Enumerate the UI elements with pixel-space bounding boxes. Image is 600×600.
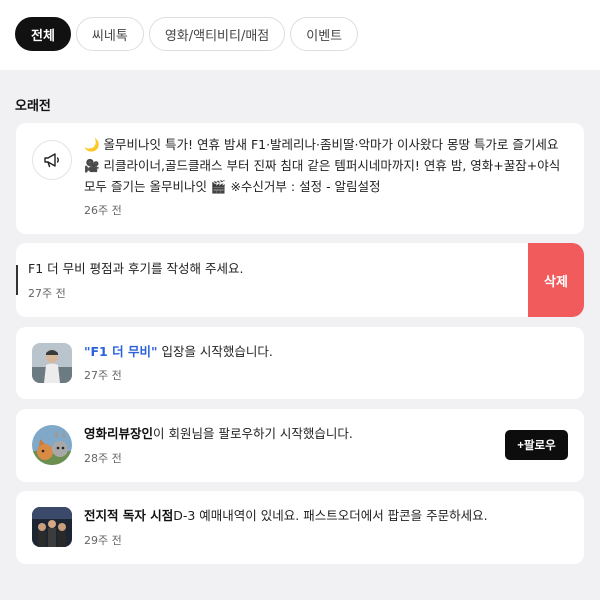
movie-title-highlight[interactable]: 전지적 독자 시점 <box>84 508 173 523</box>
notification-time: 27주 전 <box>28 287 66 300</box>
profile-avatar <box>32 425 72 465</box>
notification-rest-text: 입장을 시작했습니다. <box>157 344 273 359</box>
notification-card-follow[interactable]: 영화리뷰장인이 회원님을 팔로우하기 시작했습니다. 28주 전 +팔로우 <box>16 409 584 482</box>
notification-card-review-request[interactable]: F1 더 무비 평점과 후기를 작성해 주세요. 27주 전 삭제 <box>16 243 584 317</box>
megaphone-icon <box>32 140 72 180</box>
notification-rest-text: 이 회원님을 팔로우하기 시작했습니다. <box>153 426 353 441</box>
notification-card-announcement[interactable]: 🌙 올무비나잇 특가! 연휴 밤새 F1·발레리나·좀비딸·악마가 이사왔다 몽… <box>16 123 584 234</box>
filter-bar: 전체 씨네톡 영화/액티비티/매점 이벤트 <box>0 0 600 70</box>
delete-button[interactable]: 삭제 <box>528 243 584 317</box>
notification-card-admission[interactable]: "F1 더 무비" 입장을 시작했습니다. 27주 전 <box>16 327 584 399</box>
notification-text-line1: 🌙 올무비나잇 특가! 연휴 밤새 F1·발레리나·좀비딸·악마가 이사왔다 몽… <box>84 137 559 152</box>
notification-rest-text: D-3 예매내역이 있네요. 패스트오더에서 팝콘을 주문하세요. <box>173 508 488 523</box>
notification-text: F1 더 무비 평점과 후기를 작성해 주세요. <box>28 261 244 276</box>
user-name-highlight[interactable]: 영화리뷰장인 <box>84 426 153 441</box>
tab-all[interactable]: 전체 <box>15 17 71 51</box>
notification-time: 26주 전 <box>84 204 122 217</box>
notification-card-booking[interactable]: 전지적 독자 시점D-3 예매내역이 있네요. 패스트오더에서 팝콘을 주문하세… <box>16 491 584 564</box>
follow-button[interactable]: +팔로우 <box>505 430 568 460</box>
tab-movie-activity-snack[interactable]: 영화/액티비티/매점 <box>148 17 286 51</box>
notification-text-line3: 모두 즐기는 올무비나잇 🎬 ※수신거부 : 설정 - 알림설정 <box>84 179 381 194</box>
notification-text-line2: 🎥 리클라이너,골드클래스 부터 진짜 침대 같은 템퍼시네마까지! 연휴 밤,… <box>84 158 561 173</box>
movie-poster-thumbnail <box>32 343 72 383</box>
notification-time: 28주 전 <box>84 452 122 465</box>
swipe-edge-indicator <box>16 265 18 295</box>
tab-cinetalk[interactable]: 씨네톡 <box>75 17 144 51</box>
notification-time: 29주 전 <box>84 534 122 547</box>
notification-text: 영화리뷰장인이 회원님을 팔로우하기 시작했습니다. <box>84 424 494 444</box>
filter-tabs: 전체 씨네톡 영화/액티비티/매점 이벤트 <box>15 17 359 51</box>
movie-poster-thumbnail <box>32 507 72 547</box>
notification-time: 27주 전 <box>84 369 122 382</box>
notification-text: 전지적 독자 시점D-3 예매내역이 있네요. 패스트오더에서 팝콘을 주문하세… <box>84 506 574 526</box>
section-title: 오래전 <box>15 99 51 114</box>
tab-event[interactable]: 이벤트 <box>290 17 359 51</box>
movie-title-highlight[interactable]: "F1 더 무비" <box>84 344 157 359</box>
notification-text: "F1 더 무비" 입장을 시작했습니다. <box>84 342 564 362</box>
